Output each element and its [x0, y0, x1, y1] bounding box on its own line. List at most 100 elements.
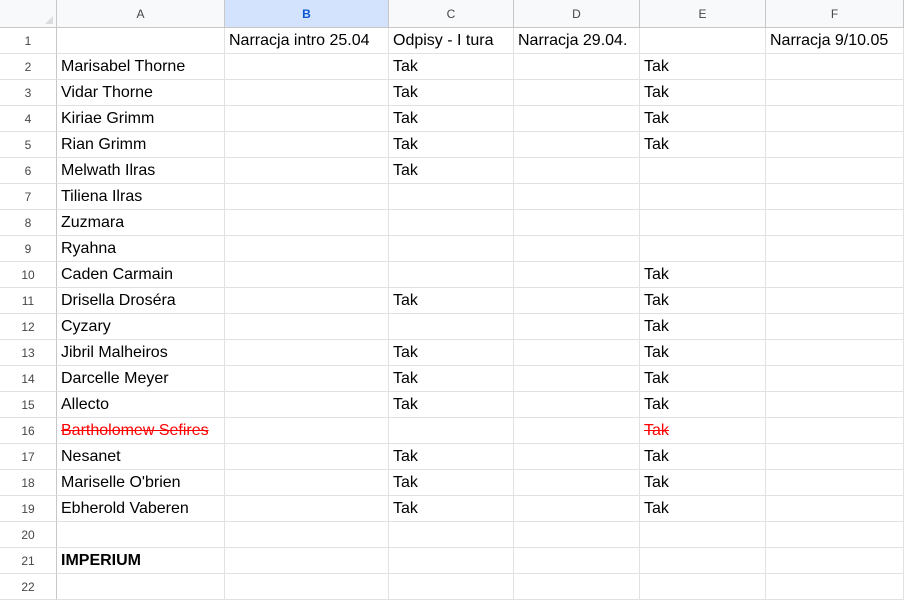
cell-b3[interactable] — [225, 80, 389, 106]
cell-f4[interactable] — [766, 106, 904, 132]
cell-a12[interactable]: Cyzary — [57, 314, 225, 340]
cell-b21[interactable] — [225, 548, 389, 574]
cell-e1[interactable] — [640, 28, 766, 54]
cell-d13[interactable] — [514, 340, 640, 366]
cell-c10[interactable] — [389, 262, 514, 288]
cell-a19[interactable]: Ebherold Vaberen — [57, 496, 225, 522]
spreadsheet-grid[interactable]: A B C D E F 1 Narracja intro 25.04 Odpisy … — [0, 0, 904, 600]
cell-d21[interactable] — [514, 548, 640, 574]
cell-e16[interactable]: Tak — [640, 418, 766, 444]
cell-d15[interactable] — [514, 392, 640, 418]
row-header[interactable]: 13 — [0, 340, 57, 366]
cell-a6[interactable]: Melwath Ilras — [57, 158, 225, 184]
cell-f18[interactable] — [766, 470, 904, 496]
cell-c16[interactable] — [389, 418, 514, 444]
row-header[interactable]: 21 — [0, 548, 57, 574]
cell-b19[interactable] — [225, 496, 389, 522]
cell-a20[interactable] — [57, 522, 225, 548]
cell-b18[interactable] — [225, 470, 389, 496]
cell-e8[interactable] — [640, 210, 766, 236]
cell-d16[interactable] — [514, 418, 640, 444]
cell-d5[interactable] — [514, 132, 640, 158]
cell-e22[interactable] — [640, 574, 766, 600]
row-header[interactable]: 14 — [0, 366, 57, 392]
cell-d22[interactable] — [514, 574, 640, 600]
row-header[interactable]: 22 — [0, 574, 57, 600]
cell-a16[interactable]: Bartholomew Sefires — [57, 418, 225, 444]
cell-d2[interactable] — [514, 54, 640, 80]
cell-d3[interactable] — [514, 80, 640, 106]
cell-d12[interactable] — [514, 314, 640, 340]
column-header-b[interactable]: B — [225, 0, 389, 28]
cell-c22[interactable] — [389, 574, 514, 600]
row-header[interactable]: 15 — [0, 392, 57, 418]
cell-b13[interactable] — [225, 340, 389, 366]
cell-d17[interactable] — [514, 444, 640, 470]
cell-a2[interactable]: Marisabel Thorne — [57, 54, 225, 80]
cell-a9[interactable]: Ryahna — [57, 236, 225, 262]
cell-f12[interactable] — [766, 314, 904, 340]
cell-c3[interactable]: Tak — [389, 80, 514, 106]
cell-b16[interactable] — [225, 418, 389, 444]
cell-f2[interactable] — [766, 54, 904, 80]
cell-e15[interactable]: Tak — [640, 392, 766, 418]
cell-f19[interactable] — [766, 496, 904, 522]
cell-d14[interactable] — [514, 366, 640, 392]
cell-f17[interactable] — [766, 444, 904, 470]
cell-f6[interactable] — [766, 158, 904, 184]
cell-f9[interactable] — [766, 236, 904, 262]
cell-a1[interactable] — [57, 28, 225, 54]
cell-c5[interactable]: Tak — [389, 132, 514, 158]
cell-f16[interactable] — [766, 418, 904, 444]
row-header[interactable]: 12 — [0, 314, 57, 340]
cell-e3[interactable]: Tak — [640, 80, 766, 106]
cell-a22[interactable] — [57, 574, 225, 600]
column-header-c[interactable]: C — [389, 0, 514, 28]
cell-d19[interactable] — [514, 496, 640, 522]
cell-a5[interactable]: Rian Grimm — [57, 132, 225, 158]
cell-d4[interactable] — [514, 106, 640, 132]
cell-d7[interactable] — [514, 184, 640, 210]
cell-c1[interactable]: Odpisy - I tura — [389, 28, 514, 54]
cell-b22[interactable] — [225, 574, 389, 600]
cell-f15[interactable] — [766, 392, 904, 418]
cell-b9[interactable] — [225, 236, 389, 262]
cell-c13[interactable]: Tak — [389, 340, 514, 366]
cell-f11[interactable] — [766, 288, 904, 314]
cell-c17[interactable]: Tak — [389, 444, 514, 470]
cell-c21[interactable] — [389, 548, 514, 574]
cell-a4[interactable]: Kiriae Grimm — [57, 106, 225, 132]
cell-f14[interactable] — [766, 366, 904, 392]
cell-e10[interactable]: Tak — [640, 262, 766, 288]
cell-e19[interactable]: Tak — [640, 496, 766, 522]
cell-b1[interactable]: Narracja intro 25.04 — [225, 28, 389, 54]
column-header-a[interactable]: A — [57, 0, 225, 28]
cell-e2[interactable]: Tak — [640, 54, 766, 80]
cell-a17[interactable]: Nesanet — [57, 444, 225, 470]
select-all-corner[interactable] — [0, 0, 57, 28]
cell-e18[interactable]: Tak — [640, 470, 766, 496]
cell-b4[interactable] — [225, 106, 389, 132]
cell-a15[interactable]: Allecto — [57, 392, 225, 418]
cell-c15[interactable]: Tak — [389, 392, 514, 418]
cell-d18[interactable] — [514, 470, 640, 496]
cell-d9[interactable] — [514, 236, 640, 262]
cell-e20[interactable] — [640, 522, 766, 548]
row-header[interactable]: 19 — [0, 496, 57, 522]
cell-a21[interactable]: IMPERIUM — [57, 548, 225, 574]
cell-b15[interactable] — [225, 392, 389, 418]
cell-c6[interactable]: Tak — [389, 158, 514, 184]
cell-a7[interactable]: Tiliena Ilras — [57, 184, 225, 210]
cell-d20[interactable] — [514, 522, 640, 548]
cell-d8[interactable] — [514, 210, 640, 236]
cell-e5[interactable]: Tak — [640, 132, 766, 158]
row-header[interactable]: 7 — [0, 184, 57, 210]
row-header[interactable]: 6 — [0, 158, 57, 184]
cell-c7[interactable] — [389, 184, 514, 210]
cell-d6[interactable] — [514, 158, 640, 184]
cell-a3[interactable]: Vidar Thorne — [57, 80, 225, 106]
cell-f7[interactable] — [766, 184, 904, 210]
cell-b14[interactable] — [225, 366, 389, 392]
cell-e21[interactable] — [640, 548, 766, 574]
cell-b6[interactable] — [225, 158, 389, 184]
